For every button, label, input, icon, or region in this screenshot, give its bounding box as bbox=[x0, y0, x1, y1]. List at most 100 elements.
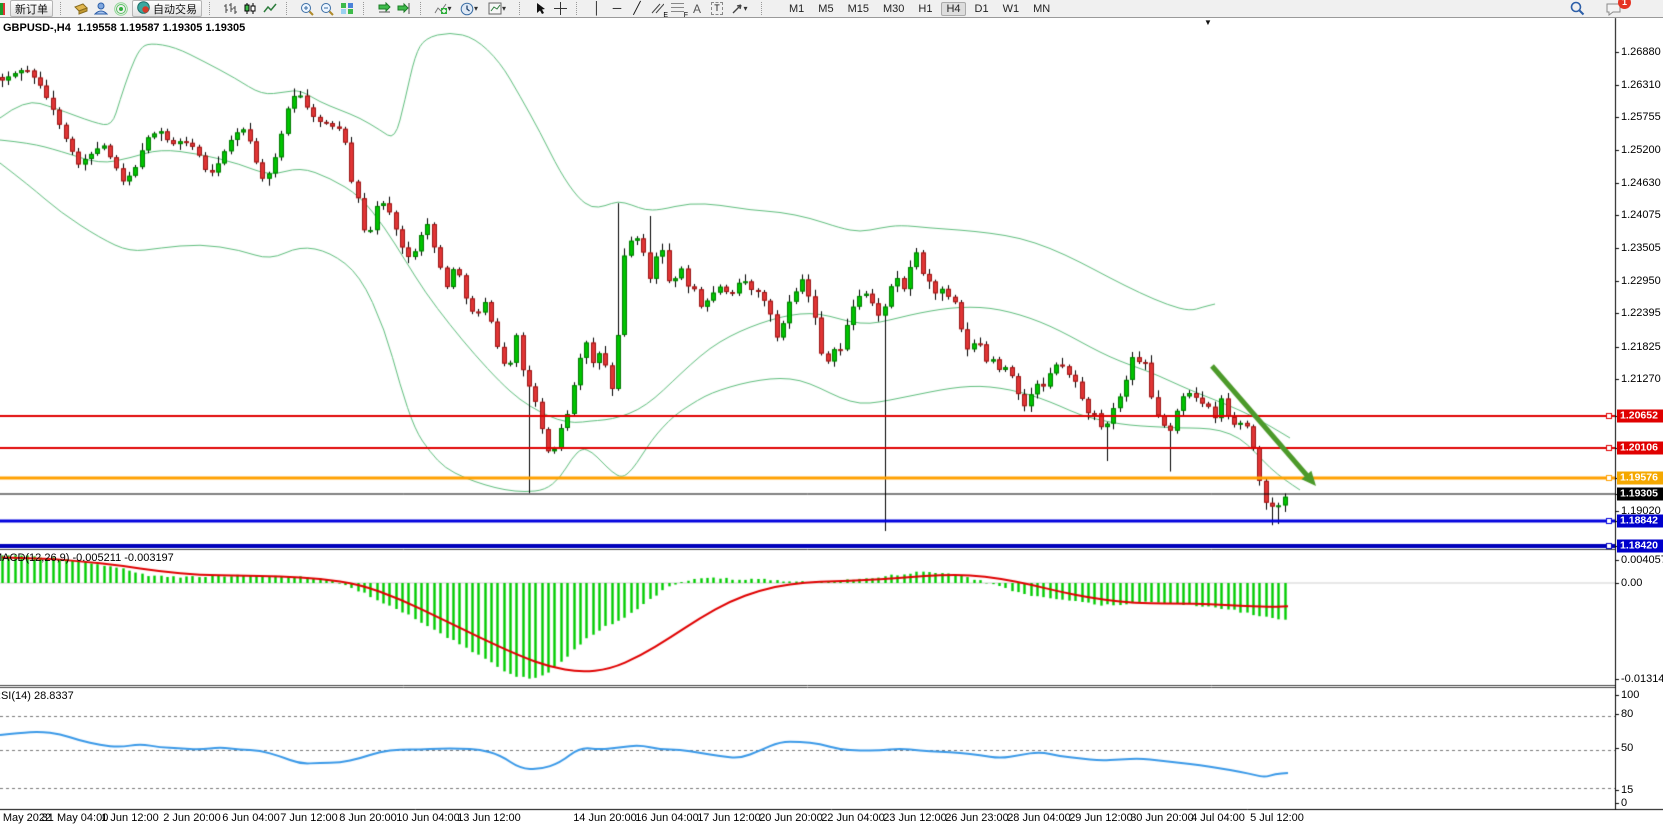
periods-button[interactable]: ▾ bbox=[458, 1, 484, 16]
price-tag: 1.18420 bbox=[1617, 540, 1663, 553]
price-tick: 1.21270 bbox=[1621, 373, 1663, 385]
time-tick: 5 Jul 12:00 bbox=[1250, 812, 1304, 824]
time-tick: 22 Jun 04:00 bbox=[821, 812, 885, 824]
timeframe-M30[interactable]: M30 bbox=[878, 2, 909, 16]
time-tick: 17 Jun 12:00 bbox=[697, 812, 761, 824]
time-tick: 26 Jun 23:00 bbox=[945, 812, 1009, 824]
price-tick: 1.22950 bbox=[1621, 275, 1663, 287]
profiles-icon[interactable] bbox=[92, 1, 110, 16]
notification-badge: 1 bbox=[1618, 0, 1631, 9]
time-tick: 4 Jul 04:00 bbox=[1191, 812, 1245, 824]
market-watch-icon[interactable] bbox=[72, 1, 90, 16]
divider bbox=[60, 2, 68, 15]
time-tick: 8 Jun 20:00 bbox=[339, 812, 397, 824]
cursor-button[interactable] bbox=[531, 1, 549, 16]
fibonacci-letter: F bbox=[684, 12, 688, 19]
timeframe-W1[interactable]: W1 bbox=[998, 2, 1025, 16]
rsi-tick: 100 bbox=[1621, 689, 1663, 701]
time-tick: 1 Jun 12:00 bbox=[101, 812, 159, 824]
ohlc-values: 1.19558 1.19587 1.19305 1.19305 bbox=[77, 22, 245, 34]
fibonacci-icon bbox=[671, 3, 684, 14]
price-tag: 1.18842 bbox=[1617, 515, 1663, 528]
fibonacci-tool[interactable]: F bbox=[668, 1, 686, 16]
zoom-out-button[interactable] bbox=[318, 1, 336, 16]
last-bar-marker-icon: ▼ bbox=[1204, 18, 1212, 27]
price-tag: 1.19576 bbox=[1617, 472, 1663, 485]
templates-button[interactable]: ▾ bbox=[486, 1, 512, 16]
symbol-period: GBPUSD-,H4 bbox=[3, 22, 71, 34]
text-label-icon: T bbox=[711, 2, 723, 15]
vertical-line-tool[interactable]: │ bbox=[588, 1, 606, 16]
timeframe-D1[interactable]: D1 bbox=[970, 2, 994, 16]
price-tag: 1.20106 bbox=[1617, 442, 1663, 455]
crosshair-button[interactable] bbox=[551, 1, 569, 16]
time-tick: 29 Jun 12:00 bbox=[1069, 812, 1133, 824]
channel-tool[interactable]: E bbox=[648, 1, 666, 16]
time-tick: 2 Jun 20:00 bbox=[163, 812, 221, 824]
rsi-tick: 50 bbox=[1621, 742, 1663, 754]
auto-trading-button[interactable]: 自动交易 bbox=[132, 0, 202, 17]
auto-scroll-button[interactable] bbox=[375, 1, 393, 16]
price-tick: 1.24630 bbox=[1621, 177, 1663, 189]
time-tick: 6 Jun 04:00 bbox=[222, 812, 280, 824]
price-tick: 1.24075 bbox=[1621, 209, 1663, 221]
time-tick: 20 Jun 20:00 bbox=[759, 812, 823, 824]
price-tick: 1.26310 bbox=[1621, 79, 1663, 91]
macd-indicator-label: MACD(12,26,9) -0.005211 -0.003197 bbox=[0, 552, 174, 564]
candlestick-chart-icon[interactable] bbox=[241, 1, 259, 16]
clipped-icon bbox=[0, 3, 7, 15]
timeframe-M1[interactable]: M1 bbox=[784, 2, 809, 16]
price-tick: 1.21825 bbox=[1621, 341, 1663, 353]
rsi-tick: 80 bbox=[1621, 708, 1663, 720]
timeframe-H1[interactable]: H1 bbox=[913, 2, 937, 16]
search-icon[interactable] bbox=[1568, 1, 1586, 16]
notifications-icon[interactable]: 1 bbox=[1602, 1, 1624, 16]
time-tick: 31 May 04:00 bbox=[42, 812, 109, 824]
indicators-button[interactable]: ▾ bbox=[432, 1, 456, 16]
rsi-tick: 15 bbox=[1621, 784, 1663, 796]
toolbar-right: 1 bbox=[1567, 1, 1625, 16]
divider bbox=[209, 2, 217, 15]
time-tick: 28 Jun 04:00 bbox=[1007, 812, 1071, 824]
price-tick: 1.25755 bbox=[1621, 111, 1663, 123]
timeframe-MN[interactable]: MN bbox=[1028, 2, 1055, 16]
divider bbox=[363, 2, 371, 15]
new-order-label: 新订单 bbox=[15, 1, 48, 17]
timeframe-M5[interactable]: M5 bbox=[813, 2, 838, 16]
navigator-signal-icon[interactable] bbox=[112, 1, 130, 16]
timeframe-group: M1 M5 M15 M30 H1 H4 D1 W1MN bbox=[782, 2, 1057, 16]
trendline-tool[interactable]: ╱ bbox=[628, 1, 646, 16]
price-tag: 1.20652 bbox=[1617, 410, 1663, 423]
macd-tick: 0.004057 bbox=[1621, 554, 1663, 566]
price-tick: 1.22395 bbox=[1621, 307, 1663, 319]
time-tick: 23 Jun 12:00 bbox=[883, 812, 947, 824]
divider bbox=[519, 2, 527, 15]
divider bbox=[420, 2, 428, 15]
toolbar: 新订单 自动交易 bbox=[0, 0, 1663, 18]
price-tick: 1.26880 bbox=[1621, 46, 1663, 58]
price-tag: 1.19305 bbox=[1617, 488, 1663, 501]
tile-windows-icon[interactable] bbox=[338, 1, 356, 16]
arrows-tool[interactable]: ▾ bbox=[728, 1, 754, 16]
bar-chart-icon[interactable] bbox=[221, 1, 239, 16]
timeframe-H4[interactable]: H4 bbox=[941, 2, 965, 16]
text-tool[interactable]: A bbox=[688, 1, 706, 16]
time-tick: 16 Jun 04:00 bbox=[635, 812, 699, 824]
time-tick: 14 Jun 20:00 bbox=[573, 812, 637, 824]
text-label-tool[interactable]: T bbox=[708, 1, 726, 16]
time-tick: 10 Jun 04:00 bbox=[396, 812, 460, 824]
divider bbox=[286, 2, 294, 15]
price-tick: 1.23505 bbox=[1621, 242, 1663, 254]
horizontal-line-tool[interactable]: ─ bbox=[608, 1, 626, 16]
new-order-button[interactable]: 新订单 bbox=[10, 0, 53, 17]
auto-trading-icon bbox=[137, 1, 150, 17]
macd-tick: 0.00 bbox=[1621, 577, 1663, 589]
divider bbox=[761, 2, 769, 15]
auto-trading-label: 自动交易 bbox=[153, 1, 197, 17]
trading-terminal: 新订单 自动交易 bbox=[0, 0, 1663, 825]
chart-shift-button[interactable] bbox=[395, 1, 413, 16]
chart-canvas[interactable] bbox=[0, 0, 1663, 825]
timeframe-M15[interactable]: M15 bbox=[843, 2, 874, 16]
line-chart-icon[interactable] bbox=[261, 1, 279, 16]
zoom-in-button[interactable] bbox=[298, 1, 316, 16]
